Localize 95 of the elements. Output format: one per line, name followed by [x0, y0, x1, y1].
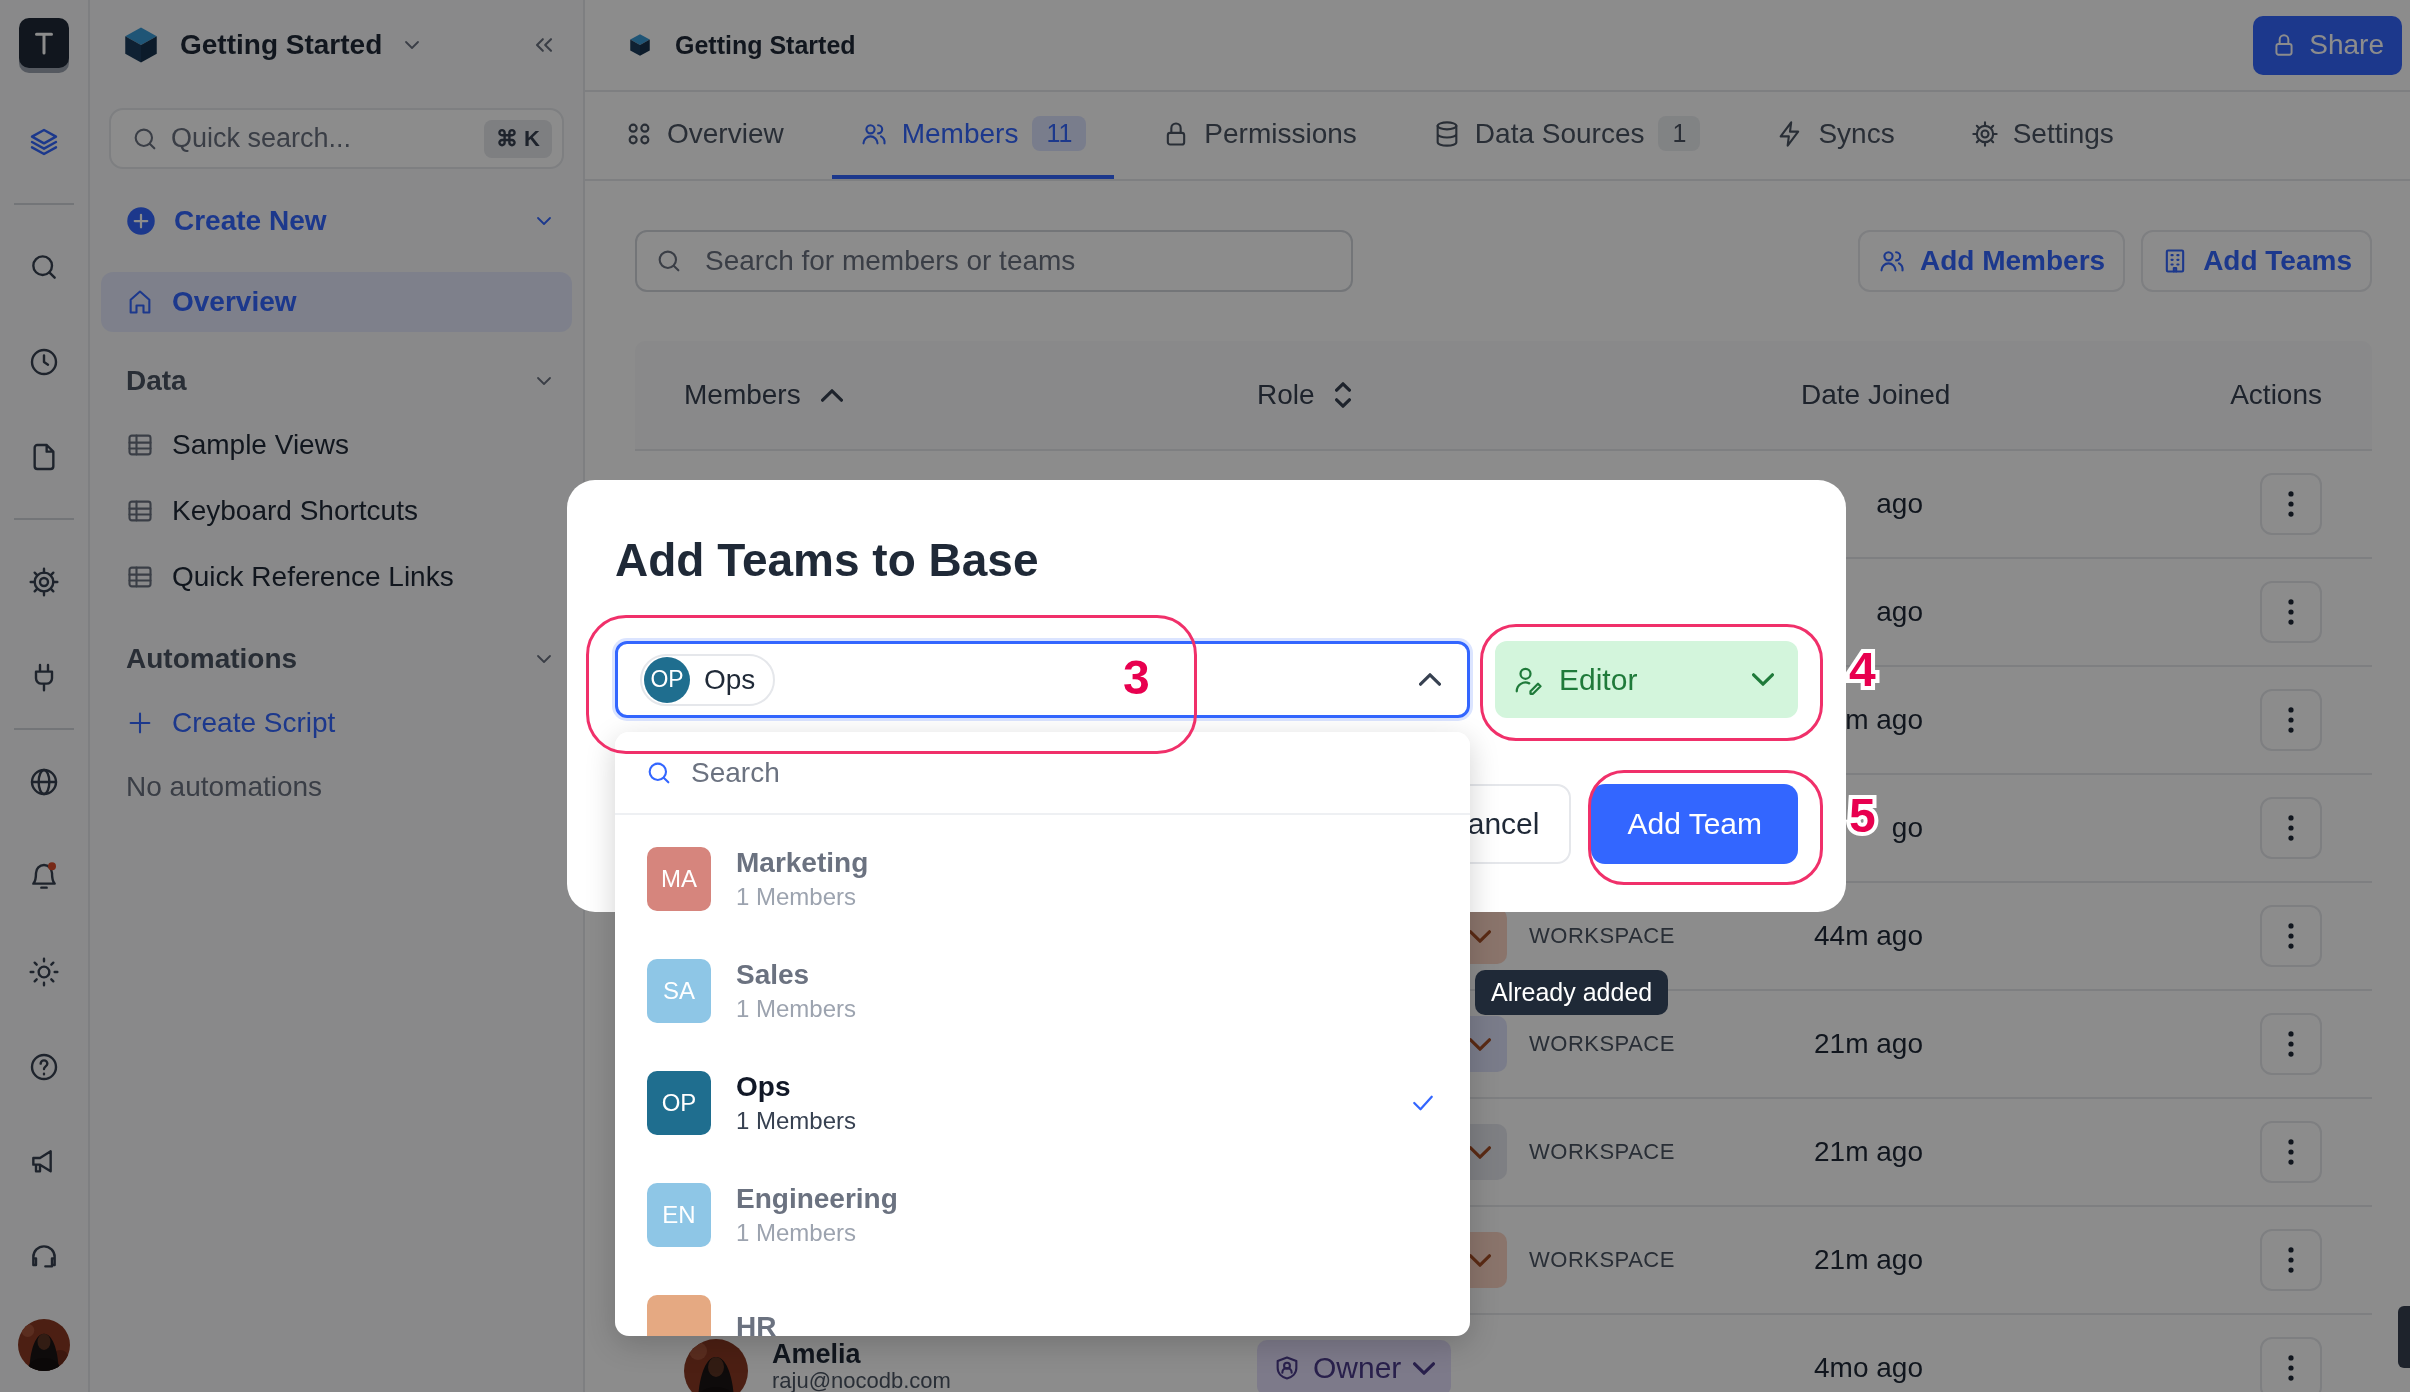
- search-placeholder: Quick search...: [171, 123, 352, 154]
- date-joined: ago: [1876, 488, 1923, 520]
- overview-item[interactable]: Overview: [101, 272, 572, 332]
- column-header: Date Joined: [1801, 379, 1951, 411]
- column-header: Members: [684, 379, 801, 411]
- chevron-down-icon: [1469, 1037, 1491, 1051]
- scope-label: WORKSPACE: [1529, 923, 1675, 949]
- date-joined: 21m ago: [1814, 1136, 1923, 1168]
- member-count: 1 Members: [736, 1106, 857, 1136]
- more-icon: [2288, 707, 2294, 733]
- member-count: 1 Members: [736, 1218, 858, 1248]
- chevron-down-icon: [1752, 673, 1774, 686]
- column-header: Role: [1257, 379, 1315, 411]
- step-number: 5: [1849, 788, 1876, 844]
- step-number: 3: [1123, 650, 1150, 706]
- scope-label: WORKSPACE: [1529, 1139, 1675, 1165]
- team-option[interactable]: OP Ops 1 Members: [615, 1047, 1470, 1159]
- shortcut-key: ⌘ K: [484, 119, 552, 158]
- team-avatar: OP: [644, 656, 690, 703]
- share-button[interactable]: Share: [2253, 15, 2402, 75]
- date-joined: 21m ago: [1814, 1244, 1923, 1276]
- member-name: Amelia: [772, 1339, 862, 1369]
- section-title: Automations: [126, 643, 298, 675]
- sidebar-item[interactable]: Sample Views: [101, 412, 572, 478]
- sidebar-item[interactable]: Keyboard Shortcuts: [101, 478, 572, 544]
- chevron-down-icon: [1469, 1145, 1491, 1159]
- sidebar-item[interactable]: Quick Reference Links: [101, 544, 572, 610]
- team-name: Marketing: [736, 846, 869, 880]
- more-icon: [2288, 1139, 2294, 1165]
- scope-label: WORKSPACE: [1529, 1031, 1675, 1057]
- more-icon: [2288, 599, 2294, 625]
- team-avatar: OP: [647, 1071, 711, 1135]
- chevron-down-icon: [1413, 1361, 1436, 1375]
- chevron-down-icon: [1469, 1253, 1491, 1267]
- team-chip[interactable]: OP Ops: [640, 653, 776, 706]
- column-header: Actions: [2230, 379, 2322, 411]
- quick-search-field[interactable]: Quick search... ⌘ K: [109, 108, 564, 169]
- tab[interactable]: Permissions: [1134, 92, 1385, 179]
- tab[interactable]: Syncs: [1748, 92, 1923, 179]
- tooltip: Already added: [1475, 970, 1669, 1015]
- chevron-down-icon: [1469, 929, 1491, 943]
- plus-circle-icon: [126, 206, 156, 236]
- sun-icon[interactable]: [28, 955, 60, 988]
- settings-icon[interactable]: [28, 565, 60, 598]
- team-avatar: EN: [647, 1183, 711, 1247]
- dialog-title: Add Teams to Base: [615, 533, 1039, 588]
- search-field[interactable]: Search for members or teams: [635, 230, 1353, 292]
- tab[interactable]: Settings: [1942, 92, 2142, 179]
- member-email: raju@nocodb.com: [772, 1369, 951, 1392]
- tab[interactable]: Members 11: [831, 92, 1115, 179]
- more-icon: [2288, 815, 2294, 841]
- date-joined: go: [1891, 812, 1923, 844]
- role-select[interactable]: Editor: [1495, 641, 1798, 718]
- empty-text: No automations: [126, 771, 323, 803]
- settings-icon: [1970, 119, 1999, 148]
- date-joined: ago: [1876, 596, 1923, 628]
- add-teams-button[interactable]: Add Teams: [2141, 230, 2372, 292]
- more-icon: [2288, 1247, 2294, 1273]
- page-title: Getting Started: [675, 30, 856, 60]
- section-title: Data: [126, 365, 187, 397]
- create-new-button[interactable]: Create New: [101, 190, 572, 252]
- sort-icon[interactable]: [1334, 382, 1351, 408]
- step-number: 4: [1849, 642, 1876, 698]
- member-count: 1 Members: [736, 994, 857, 1024]
- tab[interactable]: Data Sources 1: [1404, 92, 1729, 179]
- team-name: HR: [736, 1310, 777, 1336]
- member-count: 1 Members: [736, 882, 858, 912]
- base-title[interactable]: Getting Started: [180, 29, 383, 61]
- count-badge: 1: [1658, 116, 1701, 151]
- add-members-button[interactable]: Add Members: [1858, 230, 2126, 292]
- scope-label: WORKSPACE: [1529, 1247, 1675, 1273]
- team-avatar: MA: [647, 847, 711, 911]
- scrollbar-thumb[interactable]: [2398, 1306, 2410, 1368]
- more-icon: [2288, 923, 2294, 949]
- create-script-button[interactable]: Create Script: [101, 690, 572, 756]
- more-icon: [2288, 1355, 2294, 1381]
- team-chip-label: Ops: [704, 663, 756, 696]
- date-joined: 4mo ago: [1814, 1352, 1923, 1384]
- sort-up-icon[interactable]: [820, 388, 843, 402]
- tab[interactable]: Overview: [597, 92, 812, 179]
- dropdown-search-field[interactable]: Search: [615, 732, 1470, 815]
- add-team-button[interactable]: Add Team: [1591, 784, 1798, 864]
- team-name: Engineering: [736, 1182, 898, 1216]
- date-joined: 21m ago: [1814, 1028, 1923, 1060]
- count-badge: 11: [1032, 116, 1087, 151]
- more-icon: [2288, 491, 2294, 517]
- role-dropdown[interactable]: Owner: [1257, 1340, 1452, 1392]
- date-joined: m ago: [1845, 704, 1923, 736]
- team-name: Sales: [736, 958, 811, 992]
- cube-icon: [627, 32, 653, 58]
- date-joined: 44m ago: [1814, 920, 1923, 952]
- team-avatar: SA: [647, 959, 711, 1023]
- chevron-up-icon[interactable]: [1419, 673, 1441, 686]
- team-name: Ops: [736, 1070, 792, 1104]
- more-icon: [2288, 1031, 2294, 1057]
